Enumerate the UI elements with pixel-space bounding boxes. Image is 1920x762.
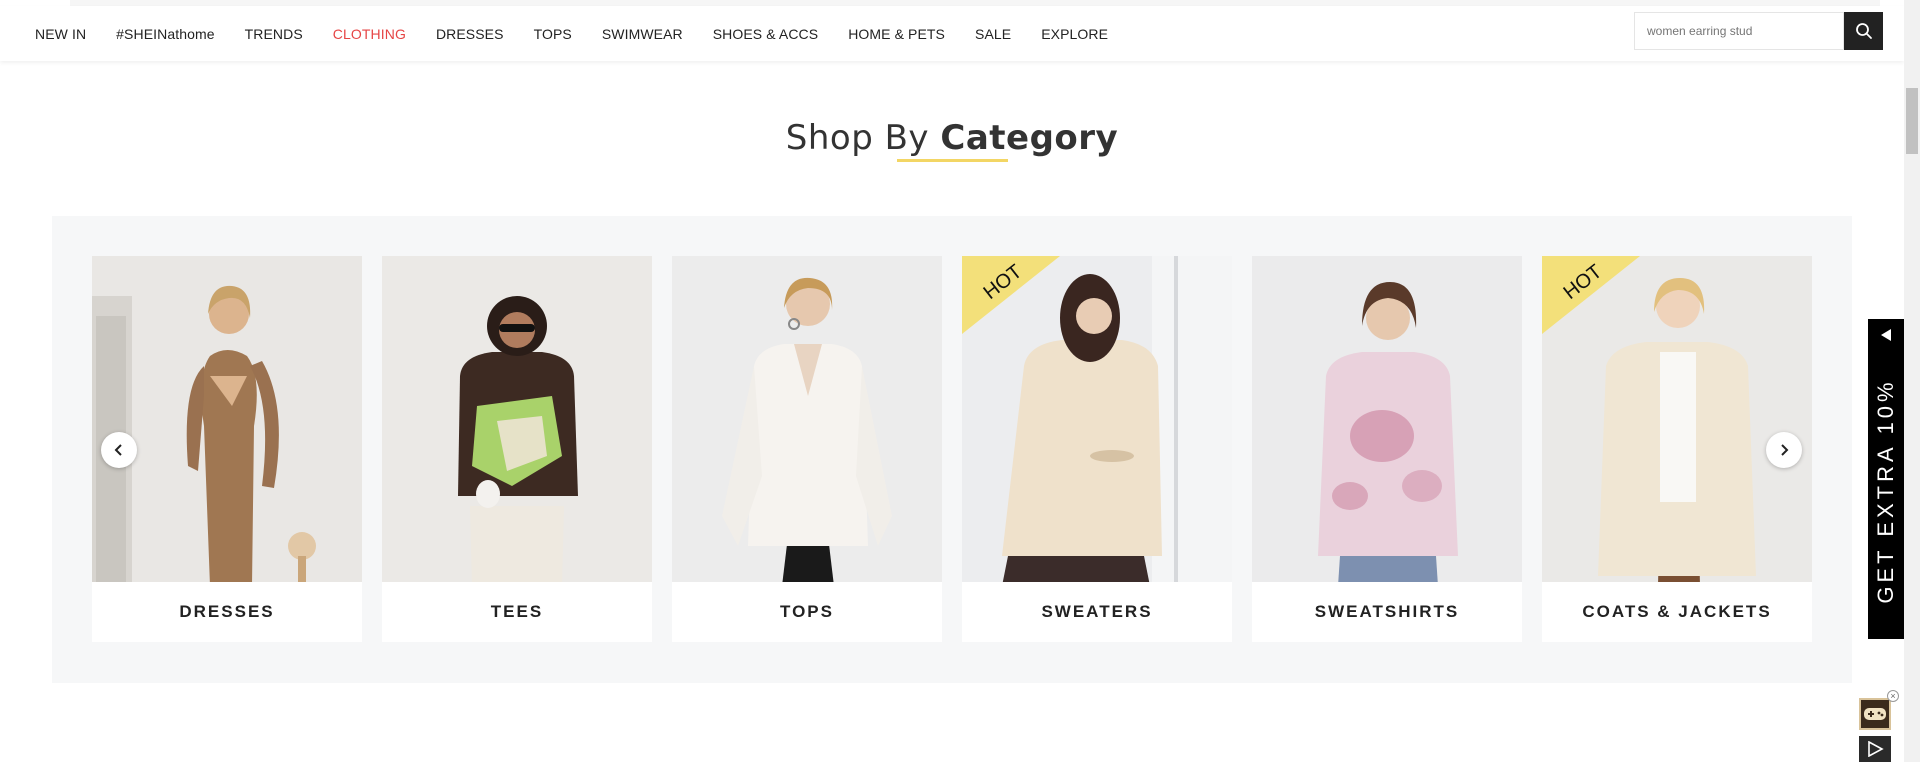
category-image-tops	[672, 256, 942, 582]
nav-item-home-pets[interactable]: HOME & PETS	[848, 26, 945, 42]
category-card-sweatshirts[interactable]: SWEATSHIRTS	[1252, 256, 1522, 642]
search-button[interactable]	[1844, 12, 1883, 50]
category-image-dresses	[92, 256, 362, 582]
nav-item-explore[interactable]: EXPLORE	[1041, 26, 1108, 42]
category-image-tees	[382, 256, 652, 582]
close-icon[interactable]: ×	[1887, 690, 1899, 702]
nav-item-sale[interactable]: SALE	[975, 26, 1011, 42]
hot-badge: HOT	[1542, 256, 1640, 334]
section-title: Shop By Category	[0, 118, 1904, 158]
category-card-tees[interactable]: TEES	[382, 256, 652, 642]
top-navigation: NEW IN #SHEINathome TRENDS CLOTHING DRES…	[0, 6, 1904, 61]
chevron-right-icon	[1781, 444, 1789, 456]
section-title-bold: Category	[940, 118, 1119, 158]
nav-item-new-in[interactable]: NEW IN	[35, 26, 86, 42]
category-label: TEES	[490, 602, 544, 621]
search-icon	[1855, 23, 1872, 39]
carousel-next-button[interactable]	[1766, 432, 1802, 468]
nav-item-tops[interactable]: TOPS	[534, 26, 572, 42]
promo-text: GET EXTRA 10%	[1873, 378, 1898, 604]
category-label: SWEATERS	[1041, 602, 1153, 621]
category-label: DRESSES	[179, 602, 275, 621]
promo-side-tab[interactable]: GET EXTRA 10%	[1868, 319, 1904, 639]
search-input[interactable]	[1634, 12, 1844, 50]
gamepad-icon	[1864, 708, 1886, 720]
nav-item-trends[interactable]: TRENDS	[245, 26, 303, 42]
nav-item-dresses[interactable]: DRESSES	[436, 26, 504, 42]
play-icon	[1868, 741, 1884, 757]
nav-item-shein-at-home[interactable]: #SHEINathome	[116, 26, 214, 42]
carousel-prev-button[interactable]	[101, 432, 137, 468]
category-label: TOPS	[780, 602, 834, 621]
nav-item-clothing[interactable]: CLOTHING	[333, 26, 406, 42]
scrollbar-thumb[interactable]	[1906, 88, 1918, 154]
section-title-light: Shop By	[785, 118, 930, 158]
play-widget[interactable]	[1859, 736, 1891, 762]
nav-item-swimwear[interactable]: SWIMWEAR	[602, 26, 683, 42]
chevron-left-icon	[114, 444, 122, 456]
category-label: SWEATSHIRTS	[1314, 602, 1460, 621]
hot-badge: HOT	[962, 256, 1060, 334]
category-card-tops[interactable]: TOPS	[672, 256, 942, 642]
nav-list: NEW IN #SHEINathome TRENDS CLOTHING DRES…	[35, 6, 1138, 61]
category-label: COATS & JACKETS	[1582, 602, 1772, 621]
title-underline	[897, 159, 1008, 162]
nav-item-shoes-accs[interactable]: SHOES & ACCS	[713, 26, 818, 42]
game-widget[interactable]	[1859, 698, 1891, 730]
triangle-left-icon	[1881, 329, 1891, 341]
category-card-sweaters[interactable]: HOT SWEATERS	[962, 256, 1232, 642]
category-image-sweatshirts	[1252, 256, 1522, 582]
